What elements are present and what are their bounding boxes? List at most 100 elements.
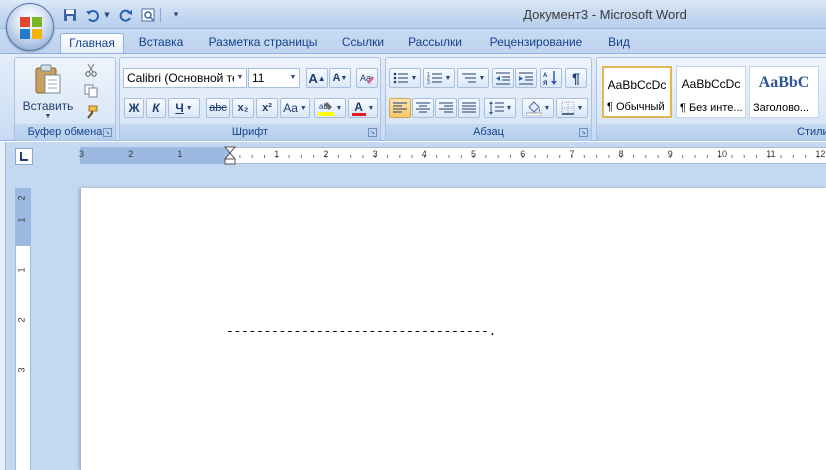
svg-text:A: A bbox=[543, 73, 548, 79]
numbering-icon: 123 bbox=[427, 72, 442, 85]
style-heading-1[interactable]: AaBbC Заголово... bbox=[749, 66, 819, 118]
sort-button[interactable]: AЯ bbox=[540, 68, 562, 88]
superscript-button[interactable]: x² bbox=[256, 98, 278, 118]
underline-button[interactable]: Ч ▼ bbox=[168, 98, 200, 118]
font-name-value: Calibri (Основной те bbox=[127, 71, 239, 85]
change-case-icon: Aa bbox=[283, 101, 298, 115]
ruler-label: 9 bbox=[667, 149, 673, 159]
paint-bucket-icon bbox=[525, 101, 542, 116]
increase-indent-button[interactable] bbox=[515, 68, 537, 88]
line-spacing-button[interactable]: ▼ bbox=[484, 98, 516, 118]
style-normal[interactable]: AaBbCcDc ¶ Обычный bbox=[602, 66, 672, 118]
scissors-icon bbox=[85, 63, 97, 77]
align-left-icon bbox=[393, 102, 407, 113]
font-size-combo[interactable]: 11 ▼ bbox=[248, 68, 300, 88]
font-color-dropdown-icon[interactable]: ▼ bbox=[368, 105, 375, 112]
align-right-button[interactable] bbox=[435, 98, 457, 118]
qat-separator bbox=[160, 8, 161, 22]
multilevel-list-dropdown-icon[interactable]: ▼ bbox=[479, 75, 486, 82]
line-spacing-dropdown-icon[interactable]: ▼ bbox=[506, 105, 513, 112]
font-name-combo[interactable]: Calibri (Основной те ▼ bbox=[123, 68, 247, 88]
numbering-button[interactable]: 123 ▼ bbox=[423, 68, 455, 88]
shading-dropdown-icon[interactable]: ▼ bbox=[544, 105, 551, 112]
undo-dropdown-icon[interactable]: ▼ bbox=[102, 7, 112, 23]
change-case-button[interactable]: Aa ▼ bbox=[280, 98, 310, 118]
bold-icon: Ж bbox=[128, 101, 140, 115]
style-no-spacing-name: ¶ Без инте... bbox=[680, 102, 743, 114]
align-left-button[interactable] bbox=[389, 98, 411, 118]
office-button[interactable] bbox=[6, 3, 54, 51]
ruler-label: 3 bbox=[372, 149, 378, 159]
underline-dropdown-icon[interactable]: ▼ bbox=[186, 105, 193, 112]
redo-icon[interactable] bbox=[118, 7, 134, 23]
copy-button[interactable] bbox=[81, 82, 101, 100]
format-painter-button[interactable] bbox=[81, 103, 101, 121]
ruler-label: 1 bbox=[16, 267, 27, 273]
customize-qat-icon[interactable]: ▾ bbox=[170, 7, 182, 23]
font-color-icon: A bbox=[354, 99, 363, 114]
ruler-label: 7 bbox=[569, 149, 575, 159]
strikethrough-button[interactable]: abc bbox=[206, 98, 230, 118]
tab-review[interactable]: Рецензирование bbox=[478, 33, 594, 53]
paragraph-launcher[interactable]: ↘ bbox=[579, 128, 588, 137]
undo-icon[interactable] bbox=[84, 7, 100, 23]
align-center-button[interactable] bbox=[412, 98, 434, 118]
shrink-font-button[interactable]: A ▼ bbox=[329, 68, 351, 88]
tab-selector-button[interactable] bbox=[15, 148, 33, 165]
ruler-label: 2 bbox=[323, 149, 329, 159]
font-color-button[interactable]: A ▼ bbox=[348, 98, 378, 118]
left-tab-icon bbox=[20, 152, 28, 161]
multilevel-list-button[interactable]: ▼ bbox=[457, 68, 489, 88]
clipboard-launcher[interactable]: ↘ bbox=[103, 128, 112, 137]
tab-mailings[interactable]: Рассылки bbox=[400, 33, 470, 53]
clear-formatting-button[interactable]: Aa bbox=[356, 68, 378, 88]
subscript-button[interactable]: x₂ bbox=[232, 98, 254, 118]
multilevel-list-icon bbox=[461, 73, 476, 83]
shading-button[interactable]: ▼ bbox=[522, 98, 554, 118]
ruler-label: 1 bbox=[16, 217, 27, 223]
sort-icon: AЯ bbox=[543, 71, 557, 86]
numbering-dropdown-icon[interactable]: ▼ bbox=[445, 75, 452, 82]
indent-marker-icon[interactable] bbox=[223, 146, 237, 166]
bold-button[interactable]: Ж bbox=[124, 98, 144, 118]
borders-icon bbox=[561, 101, 575, 115]
font-group: Calibri (Основной те ▼ 11 ▼ A ▲ A ▼ Aa Ж К… bbox=[119, 57, 381, 141]
print-preview-icon[interactable] bbox=[140, 7, 156, 23]
italic-button[interactable]: К bbox=[146, 98, 166, 118]
paste-button[interactable]: Вставить ▼ bbox=[23, 60, 73, 122]
paragraph-group-label: Абзац bbox=[386, 124, 591, 140]
bullets-button[interactable]: ▼ bbox=[389, 68, 421, 88]
font-size-dropdown-icon[interactable]: ▼ bbox=[287, 69, 299, 87]
justify-icon bbox=[462, 102, 476, 113]
highlight-dropdown-icon[interactable]: ▼ bbox=[336, 105, 343, 112]
tab-view[interactable]: Вид bbox=[598, 33, 640, 53]
paste-icon bbox=[35, 64, 61, 93]
save-icon[interactable] bbox=[62, 7, 78, 23]
grow-font-button[interactable]: A ▲ bbox=[306, 68, 328, 88]
borders-dropdown-icon[interactable]: ▼ bbox=[577, 105, 584, 112]
tab-home[interactable]: Главная bbox=[60, 33, 124, 54]
style-no-spacing[interactable]: AaBbCcDc ¶ Без инте... bbox=[676, 66, 746, 118]
tab-insert[interactable]: Вставка bbox=[128, 33, 194, 53]
cut-button[interactable] bbox=[81, 61, 101, 79]
align-center-icon bbox=[416, 102, 430, 113]
style-normal-name: ¶ Обычный bbox=[607, 101, 665, 113]
svg-text:3: 3 bbox=[427, 80, 430, 85]
font-color-swatch bbox=[351, 112, 366, 116]
show-formatting-marks-button[interactable]: ¶ bbox=[565, 68, 587, 88]
tab-references[interactable]: Ссылки bbox=[332, 33, 394, 53]
decrease-indent-button[interactable] bbox=[492, 68, 514, 88]
highlight-button[interactable]: ab ▼ bbox=[314, 98, 346, 118]
styles-group-label: Стили bbox=[597, 124, 826, 140]
decrease-indent-icon bbox=[496, 72, 510, 85]
subscript-icon: x₂ bbox=[237, 102, 249, 114]
tab-page-layout[interactable]: Разметка страницы bbox=[200, 33, 326, 53]
font-name-dropdown-icon[interactable]: ▼ bbox=[234, 69, 246, 87]
font-launcher[interactable]: ↘ bbox=[368, 128, 377, 137]
clipboard-group-label: Буфер обмена bbox=[15, 124, 115, 140]
justify-button[interactable] bbox=[458, 98, 480, 118]
change-case-dropdown-icon[interactable]: ▼ bbox=[300, 105, 307, 112]
document-text-line[interactable]: -----------------------------------. bbox=[226, 324, 496, 339]
bullets-dropdown-icon[interactable]: ▼ bbox=[411, 75, 418, 82]
borders-button[interactable]: ▼ bbox=[556, 98, 588, 118]
